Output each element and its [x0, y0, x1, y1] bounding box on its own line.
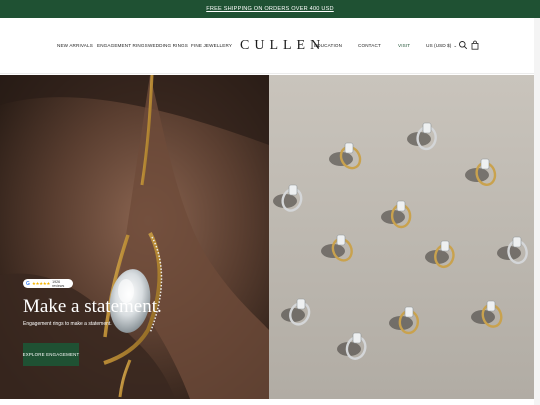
nav-new-arrivals[interactable]: NEW ARRIVALS — [57, 43, 93, 48]
hero-image-hand-ring: G ★★★★★ 1926 reviews Make a statement. E… — [0, 75, 269, 399]
ring-item — [425, 240, 455, 269]
ring-item — [389, 306, 420, 335]
explore-engagement-button[interactable]: EXPLORE ENGAGEMENT — [23, 343, 79, 366]
ring-item — [273, 184, 303, 212]
chevron-down-icon: ⌄ — [453, 43, 458, 48]
bag-icon[interactable] — [470, 40, 480, 50]
ring-item — [471, 300, 503, 328]
ring-item — [281, 298, 311, 326]
hero-title: Make a statement. — [23, 296, 162, 317]
brand-logo[interactable]: CULLEN — [240, 38, 325, 54]
nav-engagement-rings[interactable]: ENGAGEMENT RINGS — [97, 43, 148, 48]
ring-item — [321, 234, 353, 262]
google-icon: G — [26, 280, 30, 287]
search-icon[interactable] — [458, 40, 468, 50]
review-badge[interactable]: G ★★★★★ 1926 reviews — [23, 279, 73, 288]
ring-item — [497, 236, 528, 265]
ring-item — [329, 142, 362, 170]
hero: G ★★★★★ 1926 reviews Make a statement. E… — [0, 75, 540, 399]
ring-item — [407, 122, 437, 151]
nav-wedding-rings[interactable]: WEDDING RINGS — [148, 43, 188, 48]
promo-link[interactable]: FREE SHIPPING ON ORDERS OVER 400 USD — [206, 6, 334, 12]
ring-item — [337, 332, 367, 360]
ring-item — [465, 158, 497, 186]
nav-visit[interactable]: VISIT — [398, 43, 410, 48]
scrollbar[interactable] — [534, 18, 540, 405]
currency-label: US (USD $) — [426, 44, 452, 49]
review-count: 1926 reviews — [52, 279, 65, 288]
rating-stars: ★★★★★ — [31, 280, 51, 286]
hero-image-ring-collection — [269, 75, 540, 399]
site-header: NEW ARRIVALS ENGAGEMENT RINGS WEDDING RI… — [0, 18, 540, 74]
rings-flatlay-illustration — [273, 122, 528, 360]
ring-item — [381, 200, 412, 229]
currency-selector[interactable]: US (USD $) ⌄ — [426, 43, 457, 49]
promo-bar: FREE SHIPPING ON ORDERS OVER 400 USD — [0, 0, 540, 18]
nav-education[interactable]: EDUCATION — [314, 43, 342, 48]
nav-fine-jewellery[interactable]: FINE JEWELLERY — [191, 43, 232, 48]
nav-contact[interactable]: CONTACT — [358, 43, 381, 48]
hero-subtitle: Engagement rings to make a statement. — [23, 321, 112, 327]
